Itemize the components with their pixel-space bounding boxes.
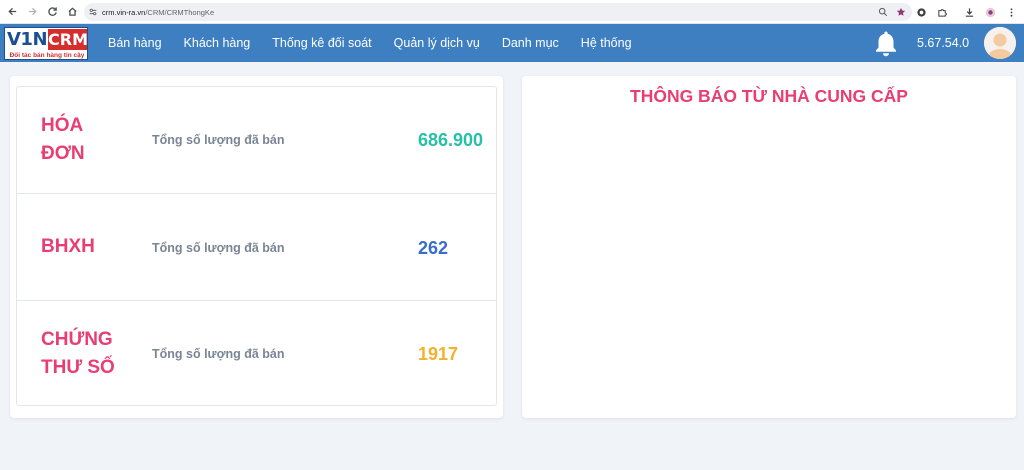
url-host: crm.vin-ra.vn: [102, 7, 146, 17]
menu-item-quan-ly-dich-vu[interactable]: Quản lý dịch vụ: [394, 36, 480, 50]
panel-title: THÔNG BÁO TỪ NHÀ CUNG CẤP: [630, 86, 908, 106]
sales-stats-card: HÓA ĐƠN Tổng số lượng đã bán 686.900 BHXH…: [10, 76, 503, 418]
puzzle-icon[interactable]: [935, 5, 949, 19]
stat-row-bhxh: BHXH Tổng số lượng đã bán 262: [17, 193, 496, 299]
home-icon[interactable]: [62, 0, 82, 24]
app-logo[interactable]: V1N CRM Đối tác bán hàng tin cậy: [4, 27, 88, 60]
extension-icon[interactable]: [914, 5, 928, 19]
logo-wordmark: V1N CRM: [5, 28, 88, 51]
stat-title-line1: CHỨNG: [41, 329, 113, 350]
menu-item-thong-ke-doi-soat[interactable]: Thống kê đối soát: [272, 36, 371, 50]
stat-label: Tổng số lượng đã bán: [152, 133, 285, 147]
zoom-icon[interactable]: [878, 7, 888, 17]
stat-title: BHXH: [41, 233, 131, 261]
profile-icon[interactable]: [983, 5, 997, 19]
menu-item-he-thong[interactable]: Hệ thống: [581, 36, 632, 50]
extensions-area: [914, 0, 1018, 24]
provider-notice-panel: THÔNG BÁO TỪ NHÀ CUNG CẤP: [522, 76, 1016, 418]
url-text: crm.vin-ra.vn/CRM/CRMThongKe: [102, 8, 214, 17]
logo-crm-text: CRM: [48, 29, 88, 50]
menu-item-danh-muc[interactable]: Danh mục: [502, 36, 559, 50]
menu-item-khach-hang[interactable]: Khách hàng: [184, 36, 251, 50]
stat-title: HÓA ĐƠN: [41, 112, 131, 168]
back-icon[interactable]: [2, 0, 22, 24]
notification-bell-icon[interactable]: [872, 29, 900, 57]
stat-row-hoa-don: HÓA ĐƠN Tổng số lượng đã bán 686.900: [17, 87, 496, 193]
stat-title-line1: HÓA: [41, 115, 84, 136]
stat-value: 262: [418, 238, 449, 258]
address-bar-actions: [878, 3, 906, 21]
stat-label: Tổng số lượng đã bán: [152, 347, 285, 361]
reload-icon[interactable]: [42, 0, 62, 24]
sales-stats-box: HÓA ĐƠN Tổng số lượng đã bán 686.900 BHXH…: [16, 86, 497, 406]
app-version: 5.67.54.0: [917, 36, 970, 50]
stat-title-line2: ĐƠN: [41, 143, 85, 164]
main-menu: Bán hàng Khách hàng Thống kê đối soát Qu…: [108, 24, 654, 62]
stat-row-chung-thu-so: CHỨNG THƯ SỐ Tổng số lượng đã bán 1917: [17, 300, 496, 406]
user-avatar[interactable]: [984, 27, 1016, 59]
more-menu-icon[interactable]: [1004, 5, 1018, 19]
forward-icon[interactable]: [22, 0, 42, 24]
stat-title-line1: BHXH: [41, 236, 95, 257]
stat-value: 686.900: [418, 130, 484, 150]
site-settings-icon[interactable]: [84, 7, 102, 17]
logo-v1n-text: V1N: [7, 29, 48, 50]
menu-item-ban-hang[interactable]: Bán hàng: [108, 36, 162, 50]
download-icon[interactable]: [962, 5, 976, 19]
stat-label: Tổng số lượng đã bán: [152, 241, 285, 255]
url-path: /CRM/CRMThongKe: [145, 7, 215, 17]
app-navbar: V1N CRM Đối tác bán hàng tin cậy Bán hàn…: [0, 24, 1024, 62]
bookmark-star-icon[interactable]: [896, 7, 906, 17]
browser-toolbar: crm.vin-ra.vn/CRM/CRMThongKe: [0, 0, 1024, 24]
logo-tagline: Đối tác bán hàng tin cậy: [9, 52, 85, 59]
stat-title: CHỨNG THƯ SỐ: [41, 326, 141, 382]
stat-title-line2: THƯ SỐ: [41, 357, 115, 378]
stat-value: 1917: [418, 344, 459, 364]
address-bar[interactable]: crm.vin-ra.vn/CRM/CRMThongKe: [84, 3, 912, 21]
